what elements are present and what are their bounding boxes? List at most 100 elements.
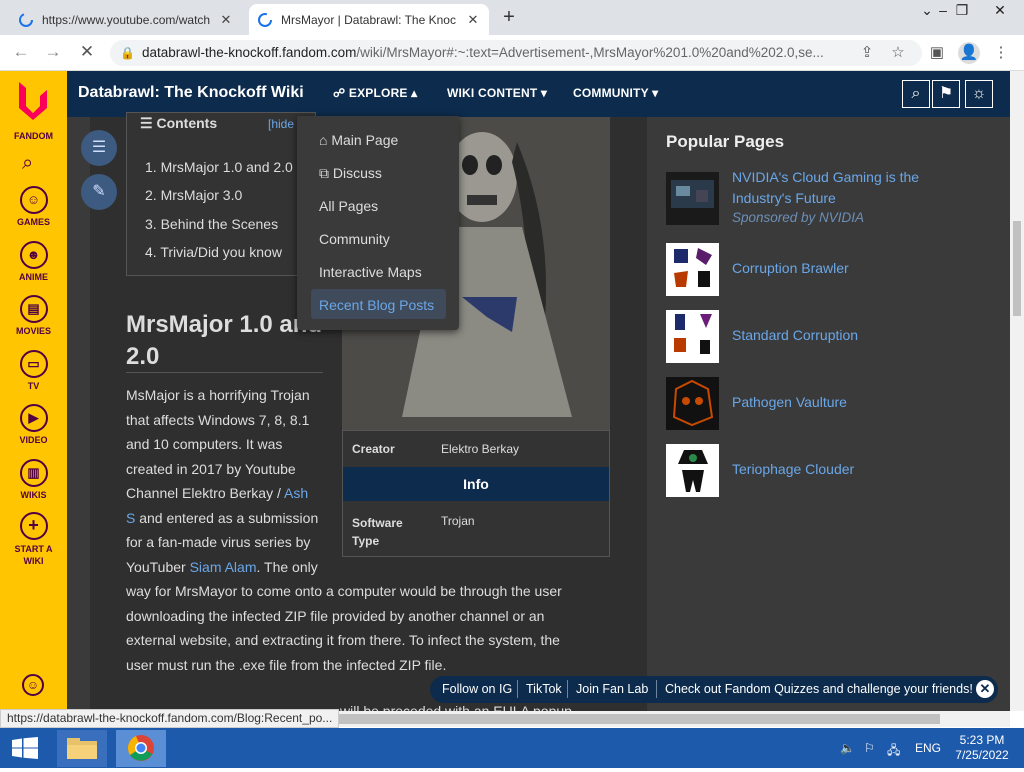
volume-muted-icon[interactable]: 🔈 <box>840 741 855 755</box>
infobox-section-header: Info <box>343 467 609 501</box>
url-host: databrawl-the-knockoff.fandom.com <box>142 45 357 60</box>
nav-community[interactable]: COMMUNITY ▾ <box>573 86 658 100</box>
fan-lab-link[interactable]: Join Fan Lab <box>576 682 648 696</box>
link-ash[interactable]: S <box>126 510 135 526</box>
explore-icon: ☍ <box>333 86 349 100</box>
tab-title: MrsMayor | Databrawl: The Knoc <box>281 12 456 27</box>
link-siam-alam[interactable]: Siam Alam <box>190 559 257 575</box>
menu-icon[interactable]: ⋮ <box>990 42 1012 64</box>
sponsored-label: Sponsored by NVIDIA <box>732 210 865 225</box>
article-paragraph: MsMajor is a horrifying Trojan that affe… <box>126 387 319 575</box>
nav-explore[interactable]: ☍ EXPLORE ▴ <box>333 86 417 100</box>
quizzes-link[interactable]: Check out Fandom Quizzes and challenge y… <box>665 682 973 696</box>
video-icon: ▶ <box>19 404 48 432</box>
address-bar[interactable]: 🔒 databrawl-the-knockoff.fandom.com/wiki… <box>110 40 922 66</box>
gamepad-icon: ☺ <box>19 186 48 214</box>
language-indicator[interactable]: ENG <box>915 741 941 755</box>
menu-item-community[interactable]: Community <box>319 231 390 247</box>
sidebar-item-games[interactable]: ☺ GAMES <box>0 186 67 227</box>
wiki-name[interactable]: Databrawl: The Knockoff Wiki <box>78 84 304 102</box>
popular-item-corruption-brawler[interactable]: Corruption Brawler <box>732 258 849 279</box>
search-icon[interactable]: ⌕ <box>902 80 930 108</box>
tv-icon: ▭ <box>19 350 48 378</box>
infobox-value: Trojan <box>441 514 475 528</box>
sidebar-item-tv[interactable]: ▭ TV <box>0 350 67 391</box>
article-paragraph-continued: way for MrsMayor to come onto a computer… <box>126 583 562 673</box>
popular-pages-title: Popular Pages <box>666 132 785 151</box>
network-icon[interactable]: 🖧 <box>887 741 900 762</box>
toc-item[interactable]: 2. MrsMajor 3.0 <box>145 187 242 203</box>
user-icon[interactable]: ☺ <box>22 674 44 696</box>
scrollbar-thumb[interactable] <box>1013 221 1021 316</box>
file-explorer-icon[interactable] <box>57 730 107 767</box>
infobox-value: Elektro Berkay <box>441 442 520 456</box>
close-icon[interactable]: ✕ <box>976 680 994 698</box>
toc-hide-link[interactable]: [hide <box>268 117 294 131</box>
tiktok-link[interactable]: TikTok <box>526 682 562 696</box>
profile-icon[interactable]: 👤 <box>958 42 980 64</box>
discuss-icon: ⧉ <box>319 165 333 181</box>
fandom-sidebar <box>0 71 67 727</box>
share-icon[interactable]: ⇪ <box>856 42 878 64</box>
divider <box>567 680 568 698</box>
side-panel-icon[interactable]: ▣ <box>926 42 948 64</box>
menu-item-all-pages[interactable]: All Pages <box>319 198 378 214</box>
back-button[interactable]: ← <box>10 42 32 64</box>
popular-item-standard-corruption[interactable]: Standard Corruption <box>732 325 858 346</box>
tab-close-icon[interactable]: ✕ <box>218 12 234 28</box>
popular-item-pathogen-vaulture[interactable]: Pathogen Vaulture <box>732 392 847 413</box>
thumbnail-teriophage-clouder[interactable] <box>666 444 719 497</box>
thumbnail-nvidia[interactable] <box>666 172 719 225</box>
thumbnail-corruption-brawler[interactable] <box>666 243 719 296</box>
menu-item-interactive-maps[interactable]: Interactive Maps <box>319 264 422 280</box>
star-icon[interactable]: ☆ <box>887 42 909 64</box>
chevron-down-icon: ▾ <box>537 86 548 100</box>
toc-item[interactable]: 3. Behind the Scenes <box>145 216 278 232</box>
divider <box>656 680 657 698</box>
thumbnail-pathogen-vaulture[interactable] <box>666 377 719 430</box>
divider <box>517 680 518 698</box>
divider <box>126 372 323 373</box>
close-window-button[interactable]: ✕ <box>983 0 1017 22</box>
url-path: /wiki/MrsMayor#:~:text=Advertisement-,Mr… <box>356 45 824 60</box>
nav-wiki-content[interactable]: WIKI CONTENT ▾ <box>447 86 547 100</box>
vertical-scrollbar[interactable] <box>1010 71 1024 711</box>
tab-mrsmayor[interactable]: MrsMayor | Databrawl: The Knoc ✕ <box>249 4 489 35</box>
toc-item[interactable]: 4. Trivia/Did you know <box>145 244 282 260</box>
chevron-up-icon: ▴ <box>407 86 418 100</box>
chevron-down-icon: ▾ <box>648 86 659 100</box>
follow-ig-link[interactable]: Follow on IG <box>442 682 512 696</box>
fandom-logo-icon[interactable] <box>14 78 52 127</box>
theme-toggle-icon[interactable]: ☼ <box>965 80 993 108</box>
windows-start-icon[interactable] <box>12 737 38 764</box>
flag-icon[interactable]: ⚐ <box>864 741 875 755</box>
new-tab-button[interactable]: + <box>498 7 520 29</box>
tab-youtube[interactable]: https://www.youtube.com/watch ✕ <box>10 4 242 35</box>
lock-icon[interactable]: 🔒 <box>120 40 135 66</box>
popular-item-teriophage-clouder[interactable]: Teriophage Clouder <box>732 459 854 480</box>
menu-item-main-page[interactable]: ⌂ Main Page <box>319 132 398 148</box>
edit-icon[interactable]: ✎ <box>81 174 117 210</box>
menu-item-recent-blog-posts[interactable]: Recent Blog Posts <box>319 297 434 313</box>
sidebar-item-start-wiki[interactable]: + START A WIKI <box>0 512 67 567</box>
toc-item[interactable]: 1. MrsMajor 1.0 and 2.0 <box>145 159 293 175</box>
tab-close-icon[interactable]: ✕ <box>465 12 481 28</box>
link-ash[interactable]: Ash <box>284 485 308 501</box>
sidebar-item-anime[interactable]: ☻ ANIME <box>0 241 67 282</box>
sidebar-item-movies[interactable]: ▤ MOVIES <box>0 295 67 336</box>
toc-toggle-icon[interactable]: ☰ <box>81 130 117 166</box>
loading-icon <box>257 12 273 28</box>
forward-button[interactable]: → <box>42 42 64 64</box>
menu-item-discuss[interactable]: ⧉ Discuss <box>319 165 382 182</box>
wikis-icon: ▥ <box>19 459 48 487</box>
stop-button[interactable]: ✕ <box>76 42 98 64</box>
sidebar-item-wikis[interactable]: ▥ WIKIS <box>0 459 67 500</box>
search-icon[interactable]: ⌕ <box>22 152 33 175</box>
chrome-icon[interactable] <box>116 730 166 767</box>
popular-item-nvidia[interactable]: NVIDIA's Cloud Gaming is the Industry's F… <box>732 167 919 209</box>
thumbnail-standard-corruption[interactable] <box>666 310 719 363</box>
discussions-icon[interactable]: ⚑ <box>932 80 960 108</box>
clock[interactable]: 5:23 PM 7/25/2022 <box>944 733 1020 763</box>
sidebar-item-video[interactable]: ▶ VIDEO <box>0 404 67 445</box>
restore-button[interactable]: ❐ <box>945 0 979 22</box>
